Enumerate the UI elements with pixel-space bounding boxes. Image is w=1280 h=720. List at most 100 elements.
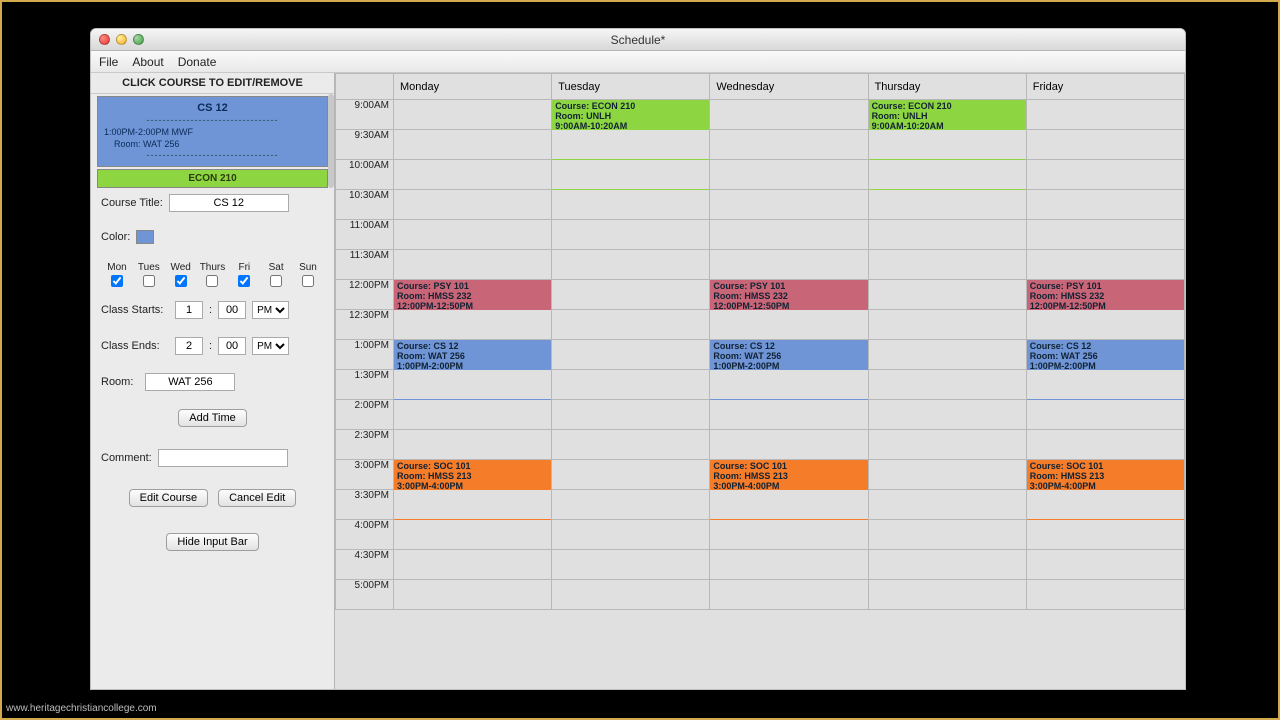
grid-cell[interactable] — [1026, 190, 1184, 220]
grid-cell[interactable] — [1026, 370, 1184, 400]
grid-cell[interactable] — [394, 250, 552, 280]
grid-cell[interactable] — [394, 490, 552, 520]
hide-input-bar-button[interactable]: Hide Input Bar — [166, 533, 258, 551]
day-checkbox-thurs[interactable] — [206, 275, 218, 287]
grid-cell[interactable] — [394, 220, 552, 250]
grid-cell[interactable] — [552, 490, 710, 520]
grid-cell[interactable] — [710, 430, 868, 460]
starts-ampm[interactable]: PM — [252, 301, 289, 319]
grid-cell[interactable] — [394, 130, 552, 160]
grid-cell[interactable] — [1026, 160, 1184, 190]
grid-cell[interactable] — [552, 310, 710, 340]
grid-cell[interactable] — [868, 280, 1026, 310]
grid-cell[interactable] — [552, 520, 710, 550]
grid-cell[interactable] — [1026, 250, 1184, 280]
grid-cell[interactable]: Course: PSY 101Room: HMSS 23212:00PM-12:… — [710, 280, 868, 310]
grid-cell[interactable] — [394, 550, 552, 580]
grid-cell[interactable] — [1026, 580, 1184, 610]
grid-cell[interactable] — [1026, 310, 1184, 340]
grid-cell[interactable] — [710, 190, 868, 220]
grid-cell[interactable]: Course: CS 12Room: WAT 2561:00PM-2:00PM — [394, 340, 552, 370]
day-checkbox-fri[interactable] — [238, 275, 250, 287]
grid-cell[interactable] — [394, 520, 552, 550]
grid-cell[interactable] — [868, 490, 1026, 520]
grid-cell[interactable] — [1026, 520, 1184, 550]
grid-cell[interactable] — [710, 580, 868, 610]
ends-hour[interactable] — [175, 337, 203, 355]
grid-cell[interactable] — [394, 580, 552, 610]
grid-cell[interactable] — [868, 520, 1026, 550]
course-item-econ210[interactable]: ECON 210 — [97, 169, 328, 188]
grid-cell[interactable] — [868, 310, 1026, 340]
grid-cell[interactable] — [868, 160, 1026, 190]
grid-cell[interactable] — [710, 310, 868, 340]
grid-cell[interactable] — [1026, 100, 1184, 130]
scrollbar[interactable] — [328, 94, 334, 188]
color-swatch[interactable] — [136, 230, 154, 244]
grid-cell[interactable] — [868, 190, 1026, 220]
grid-cell[interactable] — [552, 130, 710, 160]
grid-cell[interactable] — [552, 370, 710, 400]
grid-cell[interactable] — [710, 520, 868, 550]
grid-cell[interactable] — [552, 250, 710, 280]
grid-cell[interactable] — [394, 370, 552, 400]
grid-cell[interactable] — [1026, 490, 1184, 520]
grid-cell[interactable] — [710, 550, 868, 580]
cancel-edit-button[interactable]: Cancel Edit — [218, 489, 296, 507]
day-checkbox-sun[interactable] — [302, 275, 314, 287]
comment-input[interactable] — [158, 449, 288, 467]
grid-cell[interactable] — [552, 160, 710, 190]
starts-hour[interactable] — [175, 301, 203, 319]
grid-cell[interactable] — [552, 340, 710, 370]
grid-cell[interactable]: Course: ECON 210Room: UNLH9:00AM-10:20AM — [868, 100, 1026, 130]
grid-cell[interactable] — [868, 550, 1026, 580]
grid-cell[interactable]: Course: PSY 101Room: HMSS 23212:00PM-12:… — [394, 280, 552, 310]
course-title-input[interactable] — [169, 194, 289, 212]
grid-cell[interactable] — [394, 190, 552, 220]
grid-cell[interactable] — [868, 250, 1026, 280]
grid-cell[interactable]: Course: CS 12Room: WAT 2561:00PM-2:00PM — [1026, 340, 1184, 370]
grid-cell[interactable]: Course: SOC 101Room: HMSS 2133:00PM-4:00… — [394, 460, 552, 490]
grid-cell[interactable] — [552, 580, 710, 610]
day-checkbox-wed[interactable] — [175, 275, 187, 287]
ends-ampm[interactable]: PM — [252, 337, 289, 355]
grid-cell[interactable] — [710, 220, 868, 250]
day-checkbox-mon[interactable] — [111, 275, 123, 287]
grid-cell[interactable]: Course: ECON 210Room: UNLH9:00AM-10:20AM — [552, 100, 710, 130]
grid-cell[interactable] — [552, 190, 710, 220]
grid-cell[interactable] — [552, 550, 710, 580]
grid-cell[interactable] — [552, 430, 710, 460]
course-item-cs12[interactable]: CS 12 --------------------------------- … — [97, 96, 328, 167]
grid-cell[interactable] — [394, 310, 552, 340]
grid-cell[interactable] — [1026, 550, 1184, 580]
grid-cell[interactable]: Course: SOC 101Room: HMSS 2133:00PM-4:00… — [710, 460, 868, 490]
grid-cell[interactable] — [710, 160, 868, 190]
grid-cell[interactable] — [710, 100, 868, 130]
menu-file[interactable]: File — [99, 55, 118, 69]
grid-cell[interactable]: Course: CS 12Room: WAT 2561:00PM-2:00PM — [710, 340, 868, 370]
grid-cell[interactable]: Course: SOC 101Room: HMSS 2133:00PM-4:00… — [1026, 460, 1184, 490]
grid-cell[interactable] — [394, 160, 552, 190]
grid-cell[interactable] — [552, 220, 710, 250]
grid-cell[interactable]: Course: PSY 101Room: HMSS 23212:00PM-12:… — [1026, 280, 1184, 310]
grid-cell[interactable] — [710, 490, 868, 520]
grid-cell[interactable] — [868, 340, 1026, 370]
starts-min[interactable] — [218, 301, 246, 319]
day-checkbox-sat[interactable] — [270, 275, 282, 287]
menu-donate[interactable]: Donate — [178, 55, 217, 69]
grid-cell[interactable] — [552, 460, 710, 490]
grid-cell[interactable] — [394, 430, 552, 460]
grid-cell[interactable] — [868, 580, 1026, 610]
grid-cell[interactable] — [868, 130, 1026, 160]
grid-cell[interactable] — [710, 370, 868, 400]
titlebar[interactable]: Schedule* — [91, 29, 1185, 51]
edit-course-button[interactable]: Edit Course — [129, 489, 208, 507]
grid-cell[interactable] — [868, 400, 1026, 430]
grid-cell[interactable] — [710, 400, 868, 430]
grid-cell[interactable] — [552, 400, 710, 430]
add-time-button[interactable]: Add Time — [178, 409, 246, 427]
grid-cell[interactable] — [394, 400, 552, 430]
room-input[interactable] — [145, 373, 235, 391]
menu-about[interactable]: About — [132, 55, 163, 69]
ends-min[interactable] — [218, 337, 246, 355]
